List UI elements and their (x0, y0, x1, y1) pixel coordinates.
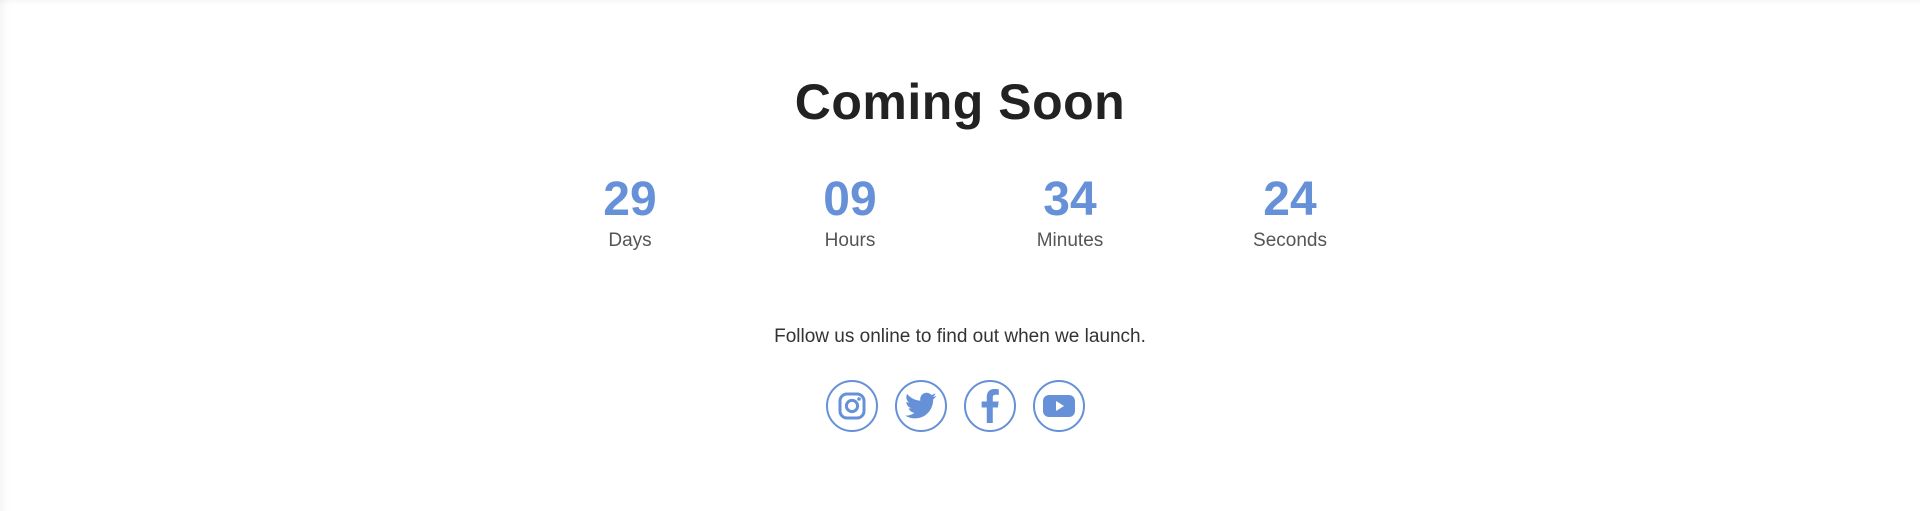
countdown-days-value: 29 (603, 173, 657, 226)
countdown-minutes-label: Minutes (1036, 230, 1104, 251)
countdown-hours: 09 Hours (740, 172, 960, 262)
social-links (826, 380, 1085, 432)
countdown-days-label: Days (608, 230, 652, 251)
countdown-minutes: 34 Minutes (960, 172, 1180, 262)
countdown-seconds: 24 Seconds (1180, 172, 1400, 262)
countdown-hours-label: Hours (824, 230, 876, 251)
countdown-minutes-value: 34 (1043, 173, 1097, 226)
facebook-button[interactable] (964, 380, 1016, 432)
twitter-icon (905, 392, 937, 419)
countdown-hours-value: 09 (823, 173, 877, 226)
youtube-button[interactable] (1033, 380, 1085, 432)
facebook-icon (981, 389, 999, 423)
youtube-icon (1043, 395, 1075, 417)
countdown-days: 29 Days (520, 172, 740, 262)
launch-tagline: Follow us online to find out when we lau… (774, 326, 1146, 347)
countdown-seconds-label: Seconds (1253, 230, 1327, 251)
coming-soon-page: Coming Soon 29 Days 09 Hours 34 Minutes … (0, 0, 1920, 511)
instagram-button[interactable] (826, 380, 878, 432)
twitter-button[interactable] (895, 380, 947, 432)
page-title: Coming Soon (794, 74, 1126, 130)
countdown-timer: 29 Days 09 Hours 34 Minutes 24 Seconds (520, 172, 1400, 262)
instagram-icon (838, 392, 866, 420)
countdown-seconds-value: 24 (1263, 173, 1317, 226)
